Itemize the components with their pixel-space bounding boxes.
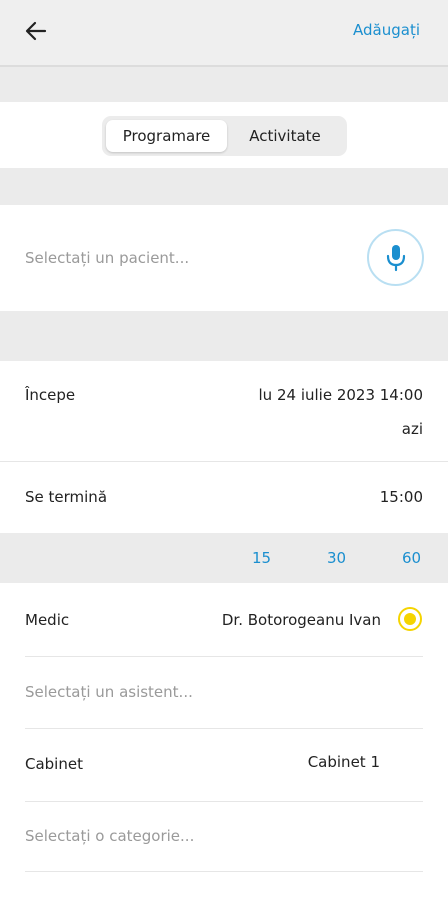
duration-30-button[interactable]: 30 — [327, 549, 346, 567]
arrow-left-icon — [25, 21, 47, 41]
assistant-select[interactable]: Selectați un asistent... — [25, 683, 193, 701]
duration-60-button[interactable]: 60 — [402, 549, 421, 567]
add-button[interactable]: Adăugați — [353, 21, 420, 39]
tab-activitate[interactable]: Activitate — [227, 120, 343, 152]
divider — [25, 801, 423, 802]
mic-button[interactable] — [367, 229, 424, 286]
start-sub: azi — [401, 420, 423, 438]
room-label: Cabinet — [25, 755, 83, 773]
end-label: Se termină — [25, 488, 108, 506]
divider — [0, 461, 448, 462]
divider — [25, 656, 423, 657]
duration-15-button[interactable]: 15 — [252, 549, 271, 567]
top-bar: Adăugați — [0, 0, 448, 67]
doctor-value[interactable]: Dr. Botorogeanu Ivan — [222, 611, 381, 629]
microphone-icon — [386, 244, 405, 271]
radio-dot — [404, 613, 416, 625]
segment-band: Programare Activitate — [0, 102, 448, 168]
doctor-radio[interactable] — [398, 607, 422, 631]
tab-programare[interactable]: Programare — [106, 120, 227, 152]
back-button[interactable] — [20, 16, 52, 46]
time-section: Începe lu 24 iulie 2023 14:00 azi Se ter… — [0, 361, 448, 533]
start-label: Începe — [25, 386, 76, 404]
segmented-control: Programare Activitate — [102, 116, 347, 156]
divider — [25, 728, 423, 729]
patient-select[interactable]: Selectați un pacient... — [25, 249, 189, 267]
room-value[interactable]: Cabinet 1 — [308, 753, 380, 771]
category-select[interactable]: Selectați o categorie... — [25, 827, 194, 845]
start-value[interactable]: lu 24 iulie 2023 14:00 — [259, 386, 423, 404]
details-section: Medic Dr. Botorogeanu Ivan Selectați un … — [0, 583, 448, 900]
duration-bar: 15 30 60 — [0, 533, 448, 583]
divider — [25, 871, 423, 872]
end-value[interactable]: 15:00 — [380, 488, 423, 506]
patient-section: Selectați un pacient... — [0, 205, 448, 311]
doctor-label: Medic — [25, 611, 70, 629]
